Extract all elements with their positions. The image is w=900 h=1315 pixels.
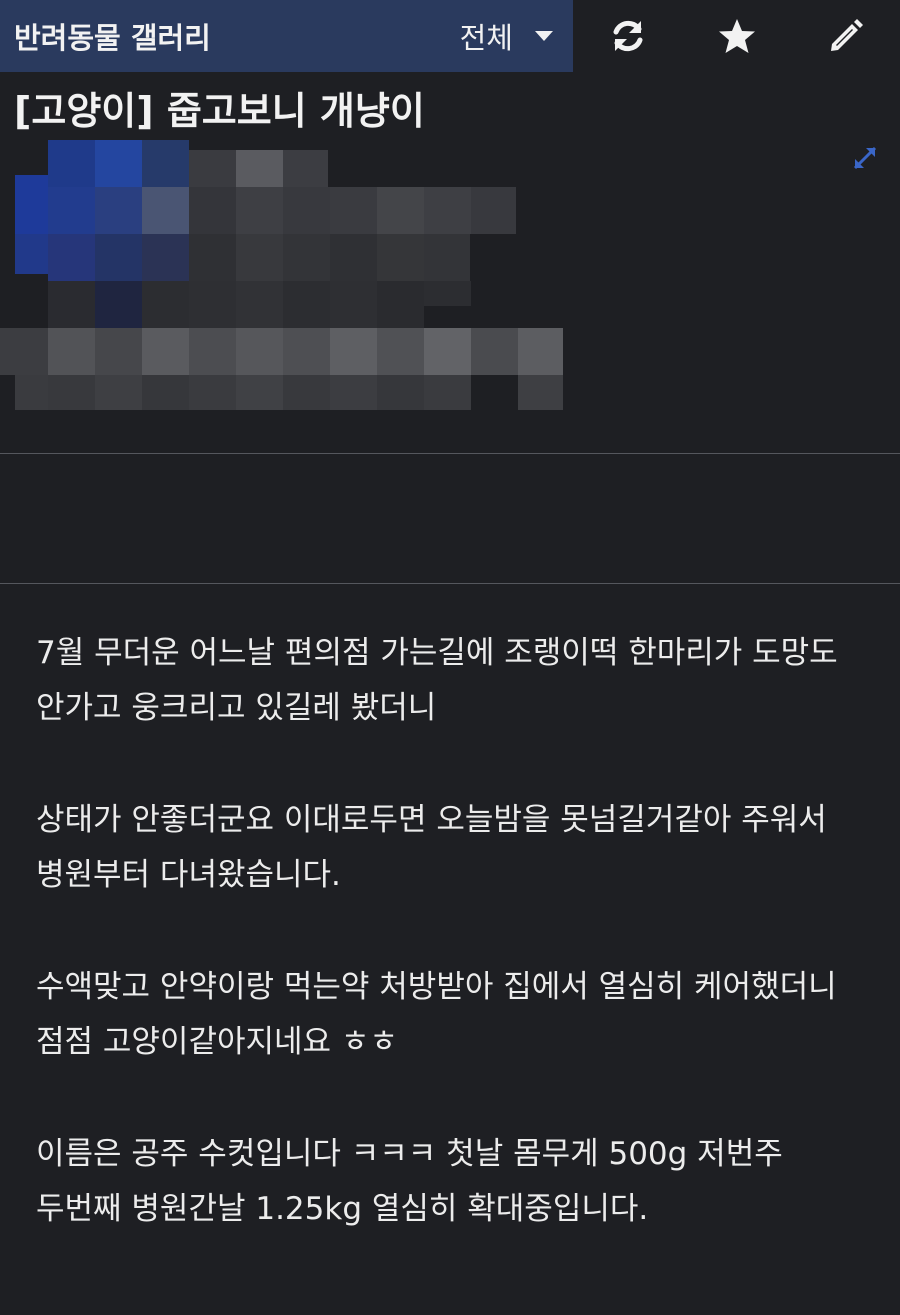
post-paragraph: 수액맞고 안약이랑 먹는약 처방받아 집에서 열심히 케어했더니 점점 고양이같… <box>36 969 837 1060</box>
caret-down-icon[interactable] <box>535 31 553 41</box>
gallery-name: 반려동물 갤러리 <box>14 21 211 55</box>
blurred-profile-image <box>0 140 563 410</box>
pencil-icon <box>830 19 863 51</box>
refresh-icon <box>613 20 642 52</box>
divider <box>0 583 900 584</box>
post-paragraph: 7월 무더운 어느날 편의점 가는길에 조랭이떡 한마리가 도망도 안가고 웅크… <box>36 635 838 726</box>
favorite-button[interactable] <box>682 0 791 72</box>
post-title: [고양이] 줍고보니 개냥이 <box>14 89 425 133</box>
divider <box>0 453 900 454</box>
refresh-button[interactable] <box>573 0 682 72</box>
star-icon <box>718 19 755 53</box>
gallery-selector[interactable]: 반려동물 갤러리 전체 <box>0 0 573 72</box>
filter-dropdown-label[interactable]: 전체 <box>460 15 513 57</box>
post-paragraph: 이름은 공주 수컷입니다 ㅋㅋㅋ 첫날 몸무게 500g 저번주 두번째 병원간… <box>36 1136 783 1227</box>
top-bar: 반려동물 갤러리 전체 <box>0 0 900 72</box>
expand-icon[interactable] <box>850 143 880 173</box>
write-button[interactable] <box>791 0 900 72</box>
post-body: 7월 무더운 어느날 편의점 가는길에 조랭이떡 한마리가 도망도 안가고 웅크… <box>36 626 876 1294</box>
post-paragraph: 상태가 안좋더군요 이대로두면 오늘밤을 못넘길거같아 주워서 병원부터 다녀왔… <box>36 802 827 893</box>
author-profile <box>0 135 900 435</box>
